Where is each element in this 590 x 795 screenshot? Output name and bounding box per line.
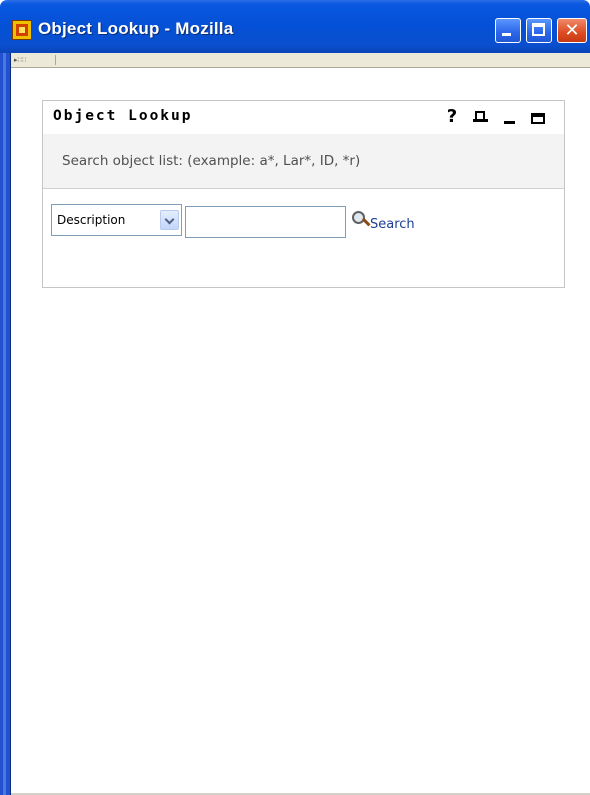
search-instructions: Search object list: (example: a*, Lar*, …	[43, 134, 564, 189]
search-field-select[interactable]: Description	[51, 204, 182, 236]
maximize-icon[interactable]	[529, 106, 547, 128]
window-title: Object Lookup - Mozilla	[38, 19, 234, 38]
window-maximize-button[interactable]	[526, 18, 552, 43]
portlet-title: Object Lookup	[53, 108, 193, 124]
magnifier-icon[interactable]	[351, 211, 371, 231]
page-content: Object Lookup ? Search object list: (exa…	[11, 68, 590, 795]
search-button[interactable]: Search	[351, 211, 431, 233]
window-minimize-button[interactable]	[495, 18, 521, 43]
window-titlebar[interactable]: Object Lookup - Mozilla ✕	[0, 0, 590, 53]
print-icon[interactable]	[472, 106, 490, 128]
search-field-value: Description	[57, 213, 126, 227]
portlet-header: Object Lookup ?	[43, 101, 564, 134]
window-left-border	[0, 53, 11, 795]
window-close-button[interactable]: ✕	[557, 18, 587, 43]
toolbar-grip-icon[interactable]: ▸∷∷	[14, 56, 54, 64]
close-icon: ✕	[564, 20, 580, 41]
toolbar-divider	[55, 55, 56, 65]
mozilla-app-icon[interactable]	[12, 20, 32, 40]
minimize-icon[interactable]	[501, 106, 519, 128]
collapsed-toolbar[interactable]: ▸∷∷	[11, 53, 590, 68]
help-icon[interactable]: ?	[443, 106, 461, 128]
object-lookup-portlet: Object Lookup ? Search object list: (exa…	[42, 100, 565, 288]
search-instructions-text: Search object list: (example: a*, Lar*, …	[62, 153, 361, 169]
search-button-label[interactable]: Search	[370, 217, 415, 232]
chevron-down-icon[interactable]	[160, 210, 179, 230]
search-input[interactable]	[185, 206, 346, 238]
